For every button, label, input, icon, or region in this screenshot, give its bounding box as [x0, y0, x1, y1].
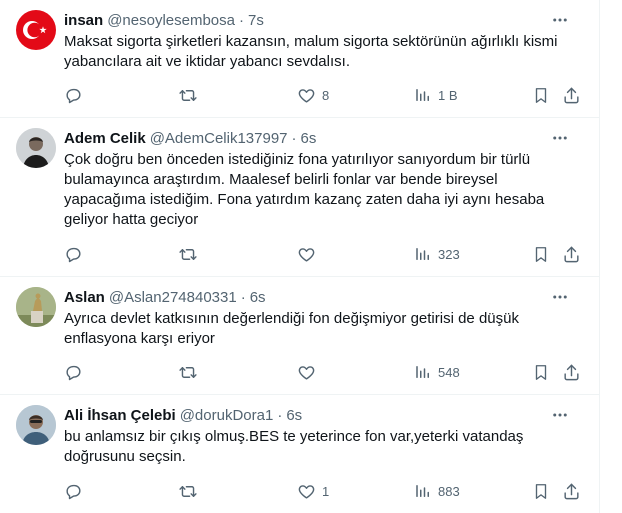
- author-name[interactable]: Adem Celik: [64, 130, 146, 147]
- views-button[interactable]: 548: [414, 362, 460, 382]
- reply-button[interactable]: [64, 85, 83, 105]
- action-bar: 8 1 B: [64, 85, 584, 105]
- action-bar: 548: [64, 362, 584, 382]
- reply-icon: [66, 365, 81, 380]
- retweet-button[interactable]: [178, 481, 198, 501]
- like-count: 8: [322, 87, 330, 103]
- more-icon[interactable]: [548, 403, 572, 427]
- timestamp[interactable]: 6s: [250, 289, 266, 306]
- person-photo: [16, 405, 56, 445]
- reply-icon: [66, 247, 81, 262]
- bookmark-icon: [535, 246, 547, 262]
- timestamp[interactable]: 6s: [286, 407, 302, 424]
- views-button[interactable]: 1 B: [414, 85, 458, 105]
- like-icon: [298, 484, 315, 499]
- bookmark-icon: [535, 364, 547, 380]
- share-icon: [564, 87, 579, 103]
- tweet-text: Ayrıca devlet katkısının değerlendiği fo…: [64, 310, 519, 347]
- tweet-text: Çok doğru ben önceden istediğiniz fona y…: [64, 151, 545, 228]
- action-bar: 1 883: [64, 481, 584, 501]
- like-icon: [298, 247, 315, 262]
- like-button[interactable]: 1: [297, 481, 329, 501]
- views-icon: [416, 89, 429, 101]
- avatar[interactable]: [16, 287, 56, 327]
- timeline: insan @nesoylesembosa · 7s Maksat sigort…: [0, 0, 600, 513]
- author-name[interactable]: Aslan: [64, 289, 105, 306]
- avatar[interactable]: [16, 10, 56, 50]
- like-icon: [298, 365, 315, 380]
- retweet-icon: [179, 366, 197, 378]
- reply-icon: [66, 88, 81, 103]
- bookmark-icon: [535, 87, 547, 103]
- timestamp[interactable]: 7s: [248, 12, 264, 29]
- views-icon: [416, 485, 429, 497]
- like-button[interactable]: [297, 362, 322, 382]
- author-handle[interactable]: @Aslan274840331: [109, 289, 237, 306]
- like-button[interactable]: 8: [297, 85, 329, 105]
- author-handle[interactable]: @AdemCelik137997: [150, 130, 288, 147]
- share-icon: [564, 364, 579, 380]
- like-icon: [298, 88, 315, 103]
- views-count: 548: [438, 364, 460, 380]
- bookmark-icon: [535, 483, 547, 499]
- like-count: 1: [322, 483, 330, 499]
- tweet[interactable]: Ali İhsan Çelebi @dorukDora1 · 6s bu anl…: [0, 395, 600, 513]
- author-name[interactable]: Ali İhsan Çelebi: [64, 407, 176, 424]
- share-button[interactable]: [562, 362, 581, 382]
- more-icon[interactable]: [548, 126, 572, 150]
- author-name[interactable]: insan: [64, 12, 103, 29]
- share-icon: [564, 246, 579, 262]
- reply-button[interactable]: [64, 362, 83, 382]
- retweet-button[interactable]: [178, 244, 198, 264]
- retweet-icon: [179, 248, 197, 260]
- views-count: 1 B: [438, 87, 458, 103]
- avatar[interactable]: [16, 405, 56, 445]
- share-button[interactable]: [562, 481, 581, 501]
- timestamp[interactable]: 6s: [301, 130, 317, 147]
- retweet-icon: [179, 89, 197, 101]
- retweet-button[interactable]: [178, 85, 198, 105]
- bookmark-button[interactable]: [532, 85, 550, 105]
- retweet-button[interactable]: [178, 362, 198, 382]
- views-icon: [416, 248, 429, 260]
- author-handle[interactable]: @dorukDora1: [180, 407, 274, 424]
- turkish-flag-icon: [23, 21, 47, 39]
- share-button[interactable]: [562, 244, 581, 264]
- views-icon: [416, 366, 429, 378]
- more-icon[interactable]: [548, 285, 572, 309]
- like-button[interactable]: [297, 244, 322, 264]
- more-icon[interactable]: [548, 8, 572, 32]
- bookmark-button[interactable]: [532, 244, 550, 264]
- views-count: 323: [438, 246, 460, 262]
- separator-dot: ·: [240, 288, 246, 306]
- reply-button[interactable]: [64, 481, 83, 501]
- reply-icon: [66, 484, 81, 499]
- author-handle[interactable]: @nesoylesembosa: [107, 12, 235, 29]
- separator-dot: ·: [277, 406, 283, 424]
- retweet-icon: [179, 485, 197, 497]
- views-count: 883: [438, 483, 460, 499]
- separator-dot: ·: [238, 11, 244, 29]
- separator-dot: ·: [291, 129, 297, 147]
- views-button[interactable]: 883: [414, 481, 460, 501]
- views-button[interactable]: 323: [414, 244, 460, 264]
- bookmark-button[interactable]: [532, 362, 550, 382]
- tweet[interactable]: insan @nesoylesembosa · 7s Maksat sigort…: [0, 0, 600, 118]
- tweet-text: bu anlamsız bir çıkış olmuş.BES te yeter…: [64, 428, 524, 465]
- avatar[interactable]: [16, 128, 56, 168]
- share-button[interactable]: [562, 85, 581, 105]
- bookmark-button[interactable]: [532, 481, 550, 501]
- statue-photo: [16, 287, 56, 327]
- person-photo: [16, 128, 56, 168]
- share-icon: [564, 483, 579, 499]
- action-bar: 323: [64, 244, 584, 264]
- tweet[interactable]: Aslan @Aslan274840331 · 6s Ayrıca devlet…: [0, 277, 600, 395]
- tweet[interactable]: Adem Celik @AdemCelik137997 · 6s Çok doğ…: [0, 118, 600, 277]
- tweet-text: Maksat sigorta şirketleri kazansın, malu…: [64, 33, 558, 70]
- reply-button[interactable]: [64, 244, 83, 264]
